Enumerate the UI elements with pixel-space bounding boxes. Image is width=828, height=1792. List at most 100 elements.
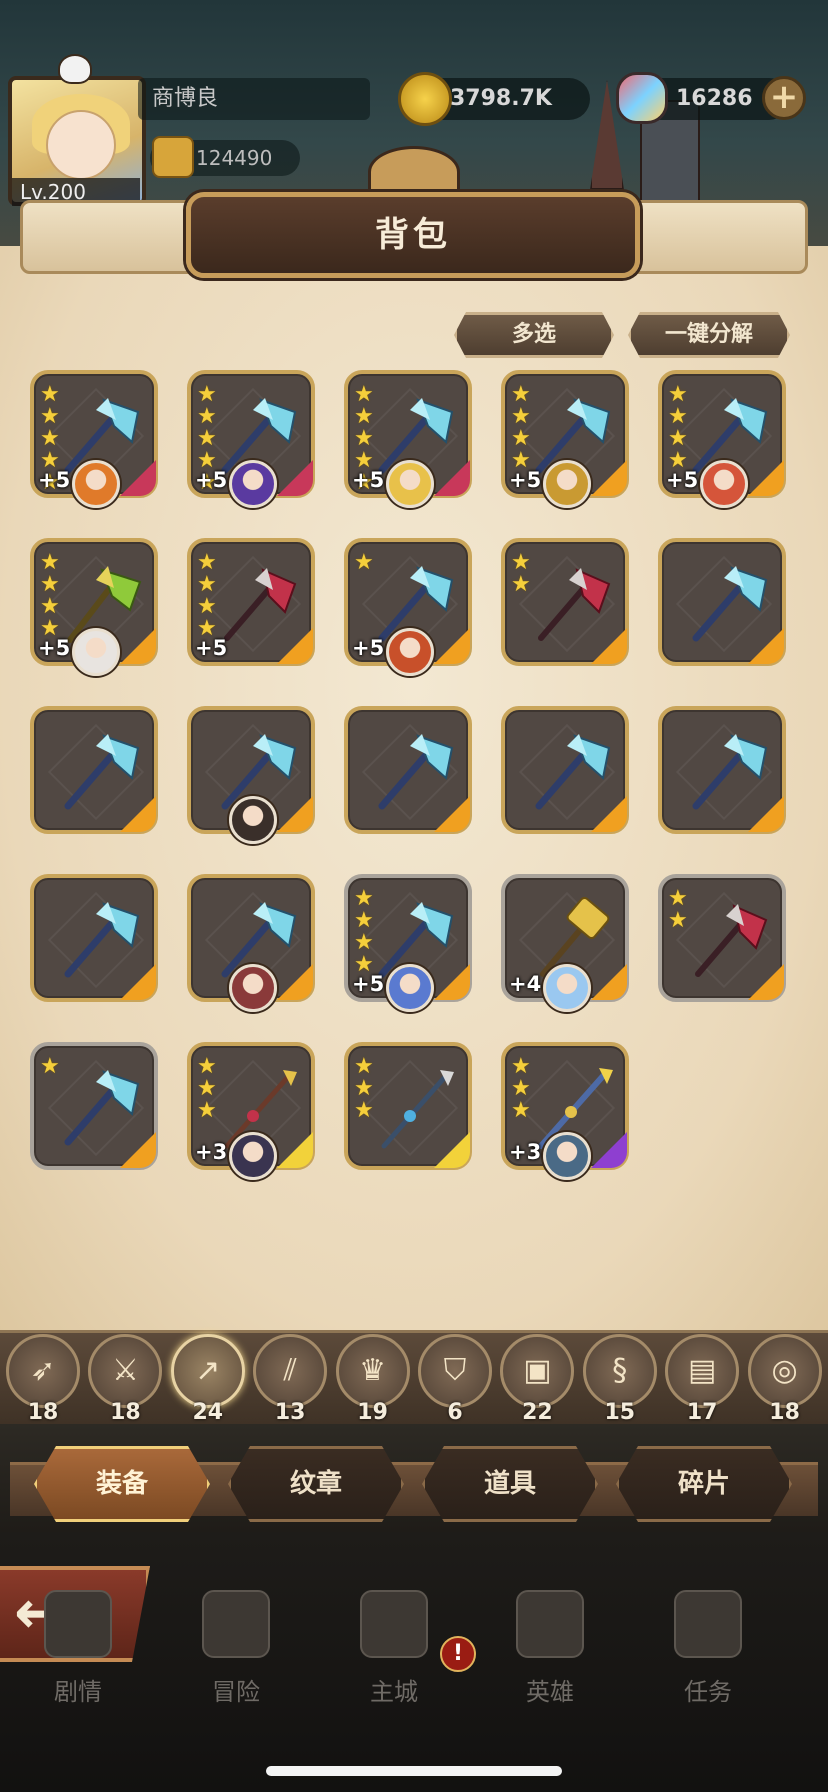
equipped-hero-avatar xyxy=(386,964,434,1012)
category-book-button[interactable]: ▤ xyxy=(665,1334,740,1408)
enhance-level: +5 xyxy=(38,636,71,660)
star-rating: ★ ★ ★ ★ xyxy=(40,552,60,640)
title-ornament xyxy=(368,146,460,198)
tab-emblem[interactable]: 纹章 xyxy=(228,1446,404,1522)
inventory-item[interactable]: ★ ★ ★ ★ +5 xyxy=(501,370,629,508)
star-icon: ★ xyxy=(354,404,374,429)
star-icon: ★ xyxy=(668,908,688,933)
enhance-level: +5 xyxy=(195,468,228,492)
ice-axe-icon xyxy=(684,558,774,648)
enhance-level: +3 xyxy=(509,1140,542,1164)
inventory-item[interactable]: ★ ★ ★ ★ +5 xyxy=(187,538,315,666)
book-icon: ▤ xyxy=(688,1353,717,1388)
star-icon: ★ xyxy=(668,404,688,429)
star-rating: ★ ★ ★ ★ xyxy=(511,384,531,472)
category-count: 24 xyxy=(192,1400,224,1425)
enhance-level: +5 xyxy=(509,468,542,492)
category-spear-button[interactable]: ↗ xyxy=(170,1334,245,1408)
inventory-item[interactable]: ★ ★ ★ +3 xyxy=(187,1042,315,1180)
star-rating: ★ ★ ★ xyxy=(354,1056,374,1122)
star-icon: ★ xyxy=(197,426,217,451)
equipped-hero-avatar xyxy=(229,796,277,844)
inventory-item[interactable]: ★ ★ xyxy=(501,538,629,666)
inventory-item[interactable]: ★ ★ ★ xyxy=(344,1042,472,1170)
nav-story[interactable]: 剧情 xyxy=(18,1590,138,1706)
inventory-item[interactable]: ★ ★ ★ ★ +5 xyxy=(30,538,158,676)
quest-scroll-icon xyxy=(674,1590,742,1658)
star-icon: ★ xyxy=(511,404,531,429)
star-rating: ★ ★ xyxy=(668,888,688,932)
tab-equipment[interactable]: 装备 xyxy=(34,1446,210,1522)
item-grid: ★ ★ ★ ★ ★ +5 ★ ★ ★ ★ ★ +5 ★ ★ ★ ★ ★ +5 ★ ★ ★ ★ +5 ★ ★ ★ ★ +5 ★ ★ ★ ★ +5 ★… xyxy=(30,370,790,1180)
star-icon: ★ xyxy=(511,382,531,407)
one-key-decompose-button[interactable]: 一键分解 xyxy=(628,312,790,358)
star-rating: ★ ★ ★ xyxy=(511,1056,531,1122)
category-armor-button[interactable]: ▣ xyxy=(500,1334,575,1408)
star-icon: ★ xyxy=(511,426,531,451)
category-count: 18 xyxy=(110,1400,141,1425)
category-count: 13 xyxy=(274,1400,306,1425)
star-icon: ★ xyxy=(354,1076,374,1101)
sword-icon: ⚔ xyxy=(111,1353,139,1388)
inventory-item[interactable]: ★ ★ ★ +3 xyxy=(501,1042,629,1180)
inventory-item[interactable]: ★ ★ ★ ★ ★ +5 xyxy=(344,370,472,508)
star-icon: ★ xyxy=(511,1054,531,1079)
inventory-item[interactable]: ★ ★ ★ ★ ★ +5 xyxy=(187,370,315,508)
inventory-item[interactable] xyxy=(658,706,786,834)
category-bow-button[interactable]: ➶ xyxy=(6,1334,80,1408)
ring-icon: ◎ xyxy=(771,1353,798,1388)
inventory-item[interactable]: +4 xyxy=(501,874,629,1012)
shield-icon: ⛉ xyxy=(443,1353,467,1388)
category-helmet-button[interactable]: ♛ xyxy=(335,1334,410,1408)
star-rating: ★ ★ ★ ★ xyxy=(197,552,217,640)
star-icon: ★ xyxy=(354,382,374,407)
inventory-item[interactable]: ★ ★ ★ ★ +5 xyxy=(658,370,786,508)
story-icon xyxy=(44,1590,112,1658)
enhance-level: +5 xyxy=(38,468,71,492)
category-count: 6 xyxy=(447,1400,463,1425)
nav-adventure[interactable]: 冒险 xyxy=(176,1590,296,1706)
star-rating: ★ ★ ★ ★ xyxy=(354,888,374,976)
tab-fragments[interactable]: 碎片 xyxy=(616,1446,792,1522)
gem-icon xyxy=(616,72,668,124)
inventory-item[interactable]: ★ ★ xyxy=(658,874,786,1002)
inventory-item[interactable] xyxy=(30,706,158,834)
inventory-item[interactable] xyxy=(187,706,315,844)
bow-icon: ➶ xyxy=(30,1353,56,1388)
category-sword-button[interactable]: ⚔ xyxy=(88,1334,163,1408)
enhance-level: +5 xyxy=(195,636,228,660)
inventory-item[interactable]: ★ +5 xyxy=(344,538,472,676)
inventory-item[interactable] xyxy=(187,874,315,1012)
star-icon: ★ xyxy=(40,1054,60,1079)
equipped-hero-avatar xyxy=(543,1132,591,1180)
category-ring-button[interactable]: ◎ xyxy=(747,1334,822,1408)
category-shield-button[interactable]: ⛉ xyxy=(418,1334,492,1408)
category-claw-button[interactable]: ⫽ xyxy=(253,1334,328,1408)
inventory-item[interactable] xyxy=(658,538,786,666)
nav-castle[interactable]: 主城 xyxy=(334,1590,454,1706)
inventory-item[interactable] xyxy=(30,874,158,1002)
inventory-item[interactable] xyxy=(501,706,629,834)
equipped-hero-avatar xyxy=(386,628,434,676)
star-icon: ★ xyxy=(197,1054,217,1079)
add-gems-button[interactable]: + xyxy=(762,76,806,120)
avatar-face xyxy=(46,110,116,180)
home-indicator[interactable] xyxy=(266,1766,562,1776)
inventory-item[interactable]: ★ ★ ★ ★ ★ +5 xyxy=(30,370,158,508)
inventory-item[interactable] xyxy=(344,706,472,834)
inventory-item[interactable]: ★ xyxy=(30,1042,158,1170)
red-axe-icon xyxy=(213,558,303,648)
equipped-hero-avatar xyxy=(72,628,120,676)
whip-icon: § xyxy=(612,1353,628,1388)
nav-quest-scroll[interactable]: 任务 xyxy=(648,1590,768,1706)
claw-icon: ⫽ xyxy=(283,1353,297,1388)
spear-icon: ↗ xyxy=(195,1353,221,1388)
player-name: 商博良 xyxy=(138,78,370,120)
helmet-icon: ♛ xyxy=(359,1353,387,1388)
multi-select-button[interactable]: 多选 xyxy=(454,312,614,358)
category-whip-button[interactable]: § xyxy=(582,1334,657,1408)
inventory-item[interactable]: ★ ★ ★ ★ +5 xyxy=(344,874,472,1012)
nav-hero-helmet[interactable]: 英雄 xyxy=(490,1590,610,1706)
star-icon: ★ xyxy=(197,550,217,575)
tab-items[interactable]: 道具 xyxy=(422,1446,598,1522)
